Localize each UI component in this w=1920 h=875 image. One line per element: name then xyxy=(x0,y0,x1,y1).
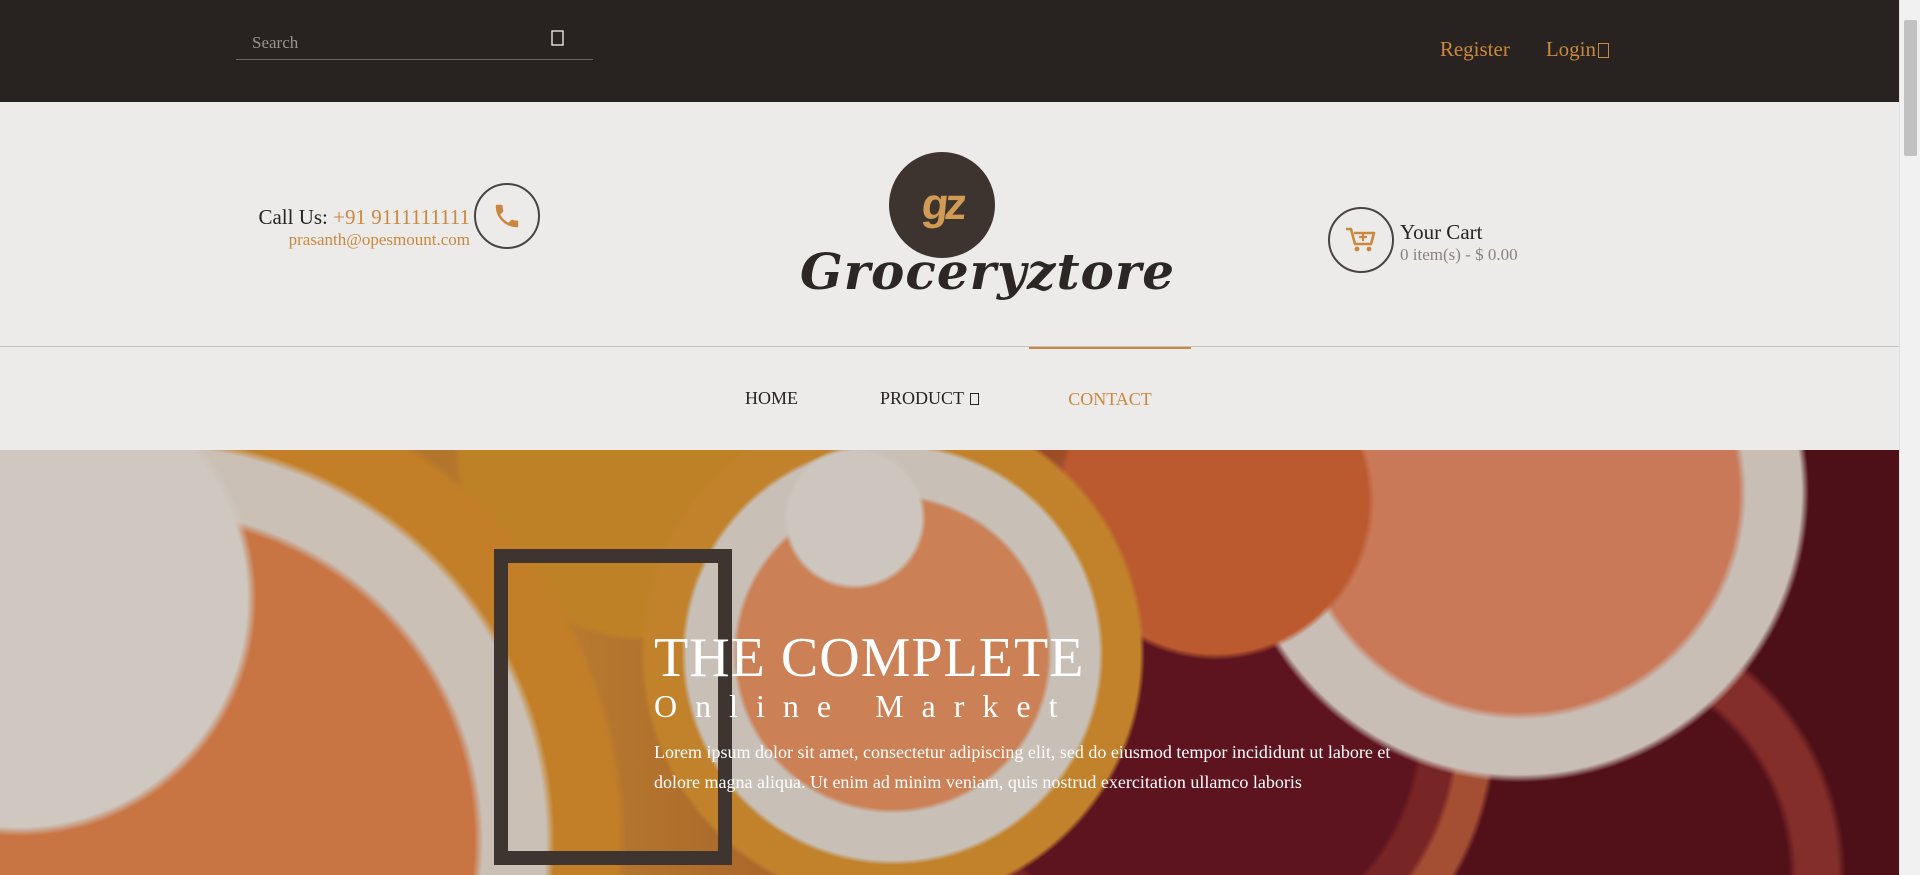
cart-title: Your Cart xyxy=(1400,220,1483,244)
hero-text: THE COMPLETE Online Market Lorem ipsum d… xyxy=(654,630,1414,797)
account-links: Register Login xyxy=(1440,37,1609,62)
call-line: Call Us: +91 9111111111 xyxy=(255,205,470,230)
nav-contact-label: CONTACT xyxy=(1068,389,1152,409)
nav-product[interactable]: PRODUCT xyxy=(880,347,980,450)
search-icon[interactable] xyxy=(551,30,567,50)
logo-text[interactable]: Groceryztore xyxy=(800,242,1174,301)
cart-summary[interactable]: Your Cart 0 item(s) - $ 0.00 xyxy=(1400,220,1518,265)
login-link[interactable]: Login xyxy=(1546,37,1609,62)
contact-info: Call Us: +91 9111111111 prasanth@opesmou… xyxy=(255,205,470,250)
chevron-down-icon xyxy=(970,392,980,405)
hero-banner: THE COMPLETE Online Market Lorem ipsum d… xyxy=(0,450,1899,875)
nav-product-label: PRODUCT xyxy=(880,388,965,408)
site-header: Call Us: +91 9111111111 prasanth@opesmou… xyxy=(0,102,1899,347)
scrollbar-thumb[interactable] xyxy=(1904,20,1917,156)
cart-item-count: 0 item(s) - $ 0.00 xyxy=(1400,245,1518,264)
main-nav: HOME PRODUCT CONTACT xyxy=(0,347,1899,450)
search-input[interactable] xyxy=(236,30,536,56)
call-label: Call Us: xyxy=(258,205,328,229)
login-label[interactable]: Login xyxy=(1546,37,1596,62)
logo-mark: gz xyxy=(919,180,966,229)
hero-subtitle: Online Market xyxy=(654,688,1076,724)
nav-home-label: HOME xyxy=(745,388,798,408)
top-bar: Register Login xyxy=(0,0,1899,102)
nav-contact[interactable]: CONTACT xyxy=(1029,347,1191,450)
cart-icon[interactable] xyxy=(1328,207,1394,273)
search-box xyxy=(236,24,593,60)
call-number[interactable]: +91 9111111111 xyxy=(333,205,470,229)
register-link[interactable]: Register xyxy=(1440,37,1510,62)
hero-body: Lorem ipsum dolor sit amet, consectetur … xyxy=(654,742,1391,792)
phone-icon xyxy=(474,183,540,249)
hero-title: THE COMPLETE xyxy=(654,627,1085,689)
nav-home[interactable]: HOME xyxy=(745,347,798,450)
page-scrollbar[interactable] xyxy=(1899,0,1920,875)
user-icon xyxy=(1598,42,1609,58)
contact-email[interactable]: prasanth@opesmount.com xyxy=(255,230,470,250)
